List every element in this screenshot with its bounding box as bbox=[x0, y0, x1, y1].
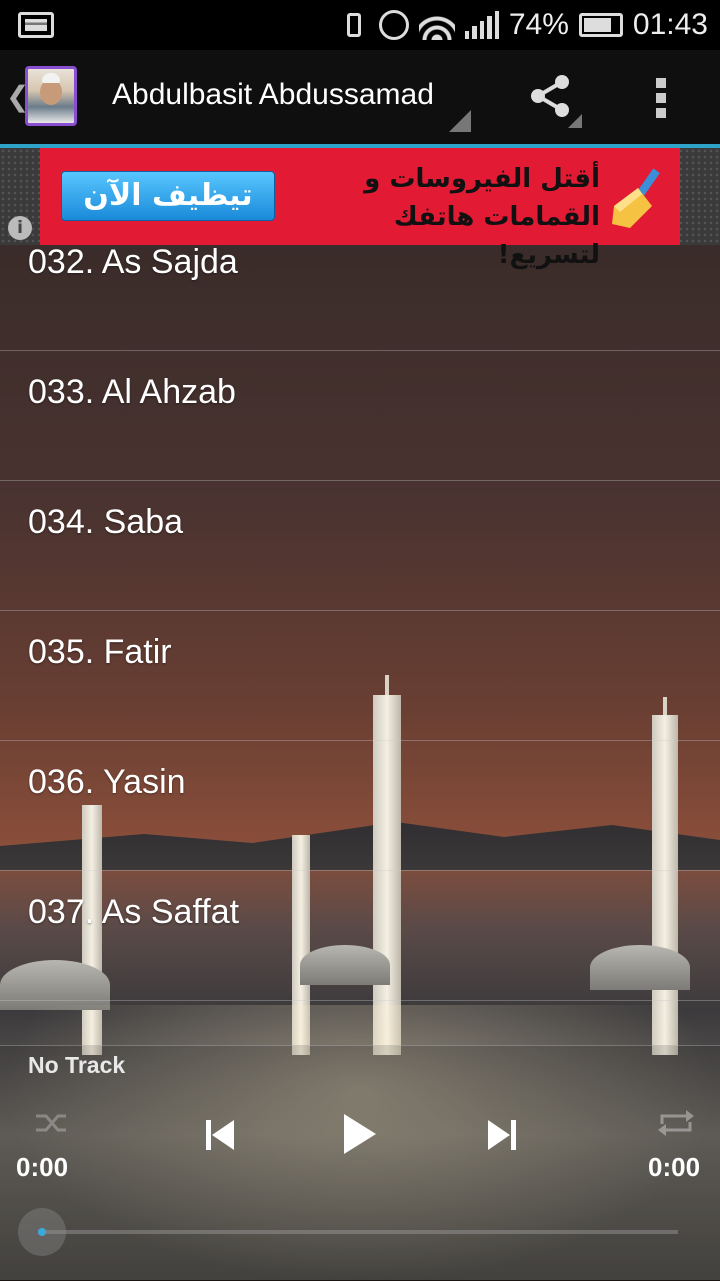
track-list[interactable]: 032. As Sajda 033. Al Ahzab 034. Saba 03… bbox=[0, 245, 720, 1045]
track-title: 034. Saba bbox=[28, 503, 184, 541]
status-bar: 74% 01:43 bbox=[0, 0, 720, 50]
broom-icon bbox=[612, 168, 660, 228]
share-submenu-indicator-icon bbox=[568, 114, 582, 128]
ad-banner[interactable]: تيظيف الآن أقتل الفيروسات و القمامات هات… bbox=[40, 148, 680, 270]
previous-track-icon[interactable] bbox=[204, 1118, 236, 1152]
clock: 01:43 bbox=[632, 8, 708, 41]
play-icon[interactable] bbox=[342, 1112, 378, 1156]
ad-clean-now-button[interactable]: تيظيف الآن bbox=[61, 171, 275, 221]
vibrate-icon bbox=[346, 13, 361, 37]
track-title: 036. Yasin bbox=[28, 763, 186, 801]
list-item[interactable]: 037. As Saffat bbox=[0, 871, 720, 1001]
repeat-icon[interactable] bbox=[656, 1108, 696, 1138]
overflow-menu-icon[interactable] bbox=[656, 78, 668, 118]
list-item[interactable]: 036. Yasin bbox=[0, 741, 720, 871]
list-item[interactable]: 035. Fatir bbox=[0, 611, 720, 741]
track-title: 032. As Sajda bbox=[28, 245, 238, 281]
app-logo-reciter-avatar[interactable] bbox=[25, 66, 77, 126]
track-title: 037. As Saffat bbox=[28, 893, 240, 931]
battery-icon bbox=[578, 13, 623, 37]
track-title: 033. Al Ahzab bbox=[28, 373, 236, 411]
list-item[interactable]: 033. Al Ahzab bbox=[0, 351, 720, 481]
elapsed-time: 0:00 bbox=[16, 1152, 69, 1182]
player-panel: No Track 0:00 0:00 bbox=[0, 1045, 720, 1281]
seek-bar[interactable] bbox=[18, 1208, 678, 1256]
total-duration: 0:00 bbox=[648, 1152, 701, 1182]
wifi-icon bbox=[418, 10, 455, 40]
now-playing-label: No Track bbox=[28, 1052, 126, 1078]
ad-text-line1: أقتل الفيروسات و bbox=[364, 164, 600, 194]
ad-info-icon[interactable]: i bbox=[8, 216, 32, 240]
alarm-icon bbox=[378, 10, 409, 40]
next-track-icon[interactable] bbox=[486, 1118, 518, 1152]
track-title: 035. Fatir bbox=[28, 633, 172, 671]
action-bar: ❮ Abdulbasit Abdussamad bbox=[0, 50, 720, 148]
gallery-notification-icon bbox=[18, 12, 54, 38]
dropdown-indicator-icon bbox=[449, 110, 471, 132]
list-item[interactable]: 032. As Sajda bbox=[0, 245, 720, 351]
seek-thumb[interactable] bbox=[18, 1208, 66, 1256]
battery-percent: 74% bbox=[508, 8, 569, 41]
share-icon[interactable] bbox=[528, 72, 572, 120]
signal-icon bbox=[464, 11, 499, 39]
reciter-title-dropdown[interactable]: Abdulbasit Abdussamad bbox=[112, 78, 432, 112]
seek-track bbox=[38, 1230, 678, 1234]
list-item[interactable]: 034. Saba bbox=[0, 481, 720, 611]
shuffle-icon[interactable] bbox=[34, 1108, 70, 1138]
